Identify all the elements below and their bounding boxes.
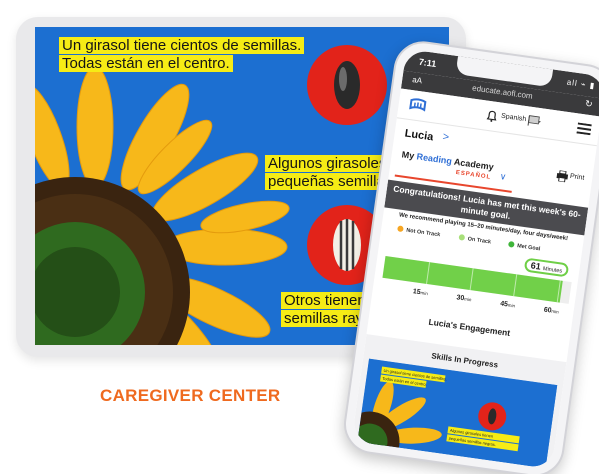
progress-tick-label: 60min — [543, 306, 560, 315]
text-size-button[interactable]: aA — [412, 75, 423, 85]
reload-icon[interactable]: ↻ — [584, 98, 593, 110]
progress-tick-label: 30min — [456, 294, 472, 303]
child-switch-chevron-icon[interactable]: > — [442, 131, 450, 144]
academy-title: My Reading Academy — [401, 149, 495, 173]
legend-not-on-track: Not On Track — [397, 225, 441, 238]
status-icons: all ⌁ ▮ — [566, 77, 596, 91]
chevron-down-icon[interactable]: ∨ — [499, 171, 507, 183]
dark-seed-image — [307, 45, 387, 125]
printer-icon[interactable] — [556, 170, 569, 183]
legend-on-track: On Track — [458, 234, 491, 245]
caption-line-5: Otros tienen — [281, 292, 369, 309]
child-name[interactable]: Lucia — [404, 128, 434, 144]
progress-tick-label: 45min — [499, 300, 516, 309]
legend-met-goal: Met Goal — [507, 240, 541, 252]
academy-language-tag: ESPAÑOL — [455, 169, 492, 181]
app-logo-icon[interactable] — [408, 97, 428, 113]
caption-line-2: Todas están en el centro. — [59, 55, 233, 72]
print-button[interactable]: Print — [569, 173, 584, 182]
status-time: 7:11 — [418, 56, 437, 70]
caption-line-1: Un girasol tiene cientos de semillas. — [59, 37, 305, 54]
flag-icon[interactable] — [527, 114, 543, 128]
caregiver-center-title: CAREGIVER CENTER — [100, 386, 281, 405]
hamburger-menu-icon[interactable] — [576, 122, 592, 136]
minutes-badge: 61 Minutes — [523, 257, 570, 278]
language-selector[interactable]: Spanish — [501, 113, 527, 123]
progress-tick-label: 15min — [412, 288, 429, 297]
bell-icon[interactable] — [485, 109, 499, 124]
